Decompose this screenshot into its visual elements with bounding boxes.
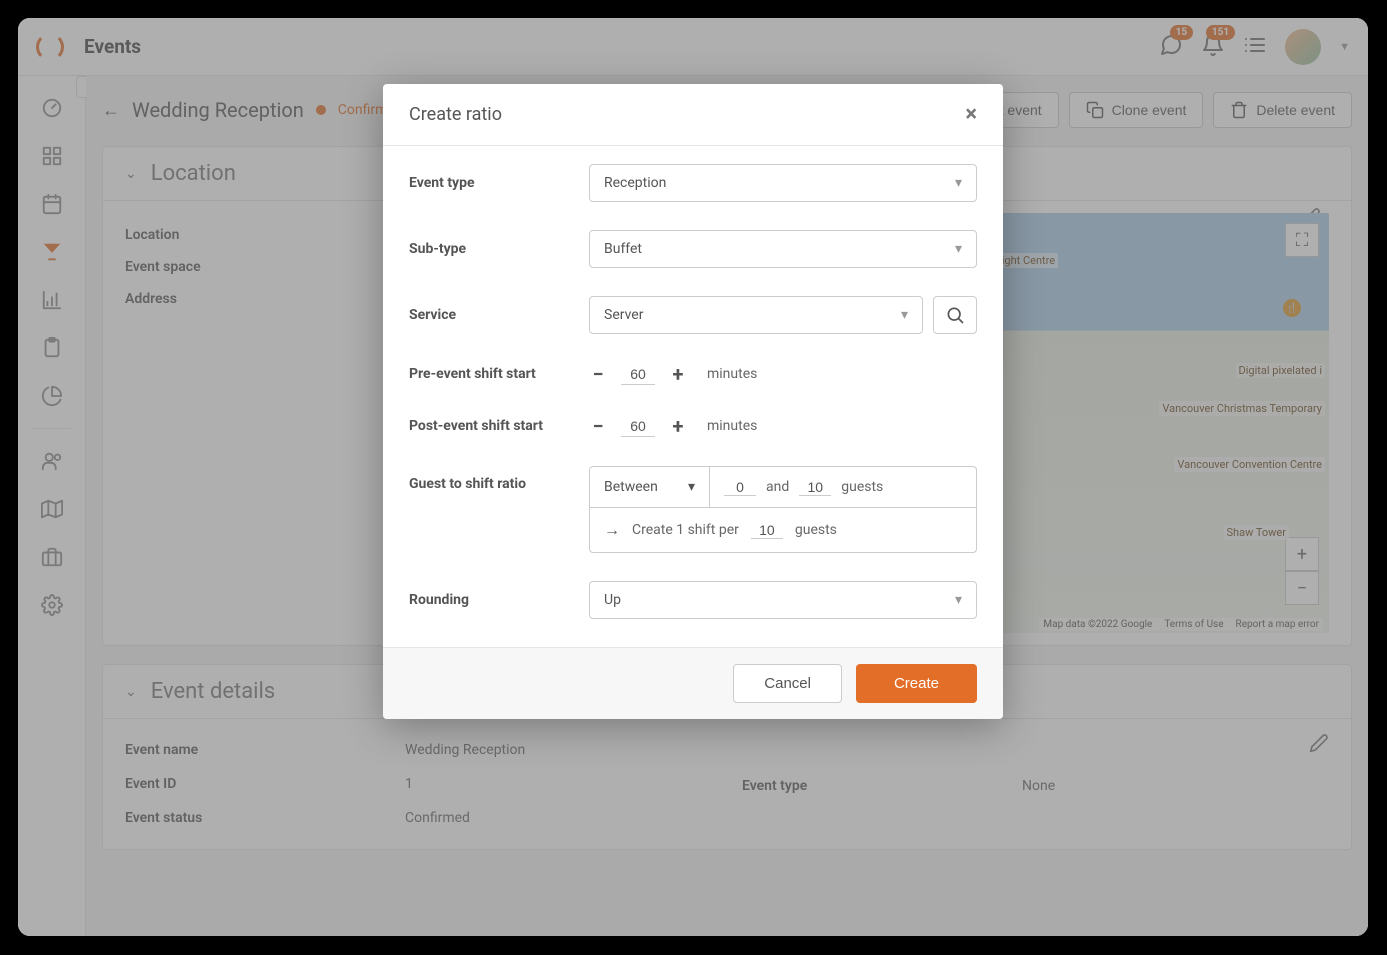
sub-type-label: Sub-type: [409, 241, 589, 257]
search-icon: [945, 305, 965, 325]
pre-shift-decrement[interactable]: −: [589, 362, 607, 386]
post-shift-label: Post-event shift start: [409, 418, 589, 434]
chevron-down-icon: ▾: [955, 592, 962, 608]
event-type-value: Reception: [604, 175, 666, 191]
modal-title: Create ratio: [409, 104, 502, 125]
service-search-button[interactable]: [933, 296, 977, 334]
modal-close-button[interactable]: ×: [965, 102, 977, 127]
cancel-button[interactable]: Cancel: [733, 664, 842, 703]
chevron-down-icon: ▾: [955, 241, 962, 257]
service-value: Server: [604, 307, 643, 323]
service-label: Service: [409, 307, 589, 323]
rounding-select[interactable]: Up ▾: [589, 581, 977, 619]
pre-shift-input[interactable]: [621, 364, 655, 385]
pre-shift-increment[interactable]: +: [669, 362, 687, 386]
ratio-high-input[interactable]: [799, 479, 831, 496]
post-shift-increment[interactable]: +: [669, 414, 687, 438]
sub-type-value: Buffet: [604, 241, 642, 257]
post-shift-input[interactable]: [621, 416, 655, 437]
ratio-mode-select[interactable]: Between ▾: [590, 467, 710, 507]
post-shift-decrement[interactable]: −: [589, 414, 607, 438]
rounding-value: Up: [604, 592, 621, 608]
ratio-low-input[interactable]: [724, 479, 756, 496]
chevron-down-icon: ▾: [901, 307, 908, 323]
ratio-per-input[interactable]: [751, 522, 783, 539]
sub-type-select[interactable]: Buffet ▾: [589, 230, 977, 268]
create-ratio-modal: Create ratio × Event type Reception ▾ Su…: [383, 84, 1003, 719]
event-type-select[interactable]: Reception ▾: [589, 164, 977, 202]
chevron-down-icon: ▾: [955, 175, 962, 191]
post-shift-unit: minutes: [707, 418, 757, 434]
service-select[interactable]: Server ▾: [589, 296, 923, 334]
pre-shift-label: Pre-event shift start: [409, 366, 589, 382]
arrow-right-icon: →: [604, 520, 620, 540]
ratio-create-prefix: Create 1 shift per: [632, 522, 739, 538]
rounding-label: Rounding: [409, 592, 589, 608]
ratio-label: Guest to shift ratio: [409, 466, 589, 492]
ratio-guests: guests: [841, 479, 883, 495]
pre-shift-unit: minutes: [707, 366, 757, 382]
modal-overlay: Create ratio × Event type Reception ▾ Su…: [18, 18, 1368, 936]
event-type-label: Event type: [409, 175, 589, 191]
ratio-mode-value: Between: [604, 479, 658, 495]
ratio-create-suffix: guests: [795, 522, 837, 538]
ratio-and: and: [766, 479, 789, 495]
chevron-down-icon: ▾: [688, 479, 695, 495]
create-button[interactable]: Create: [856, 664, 977, 703]
